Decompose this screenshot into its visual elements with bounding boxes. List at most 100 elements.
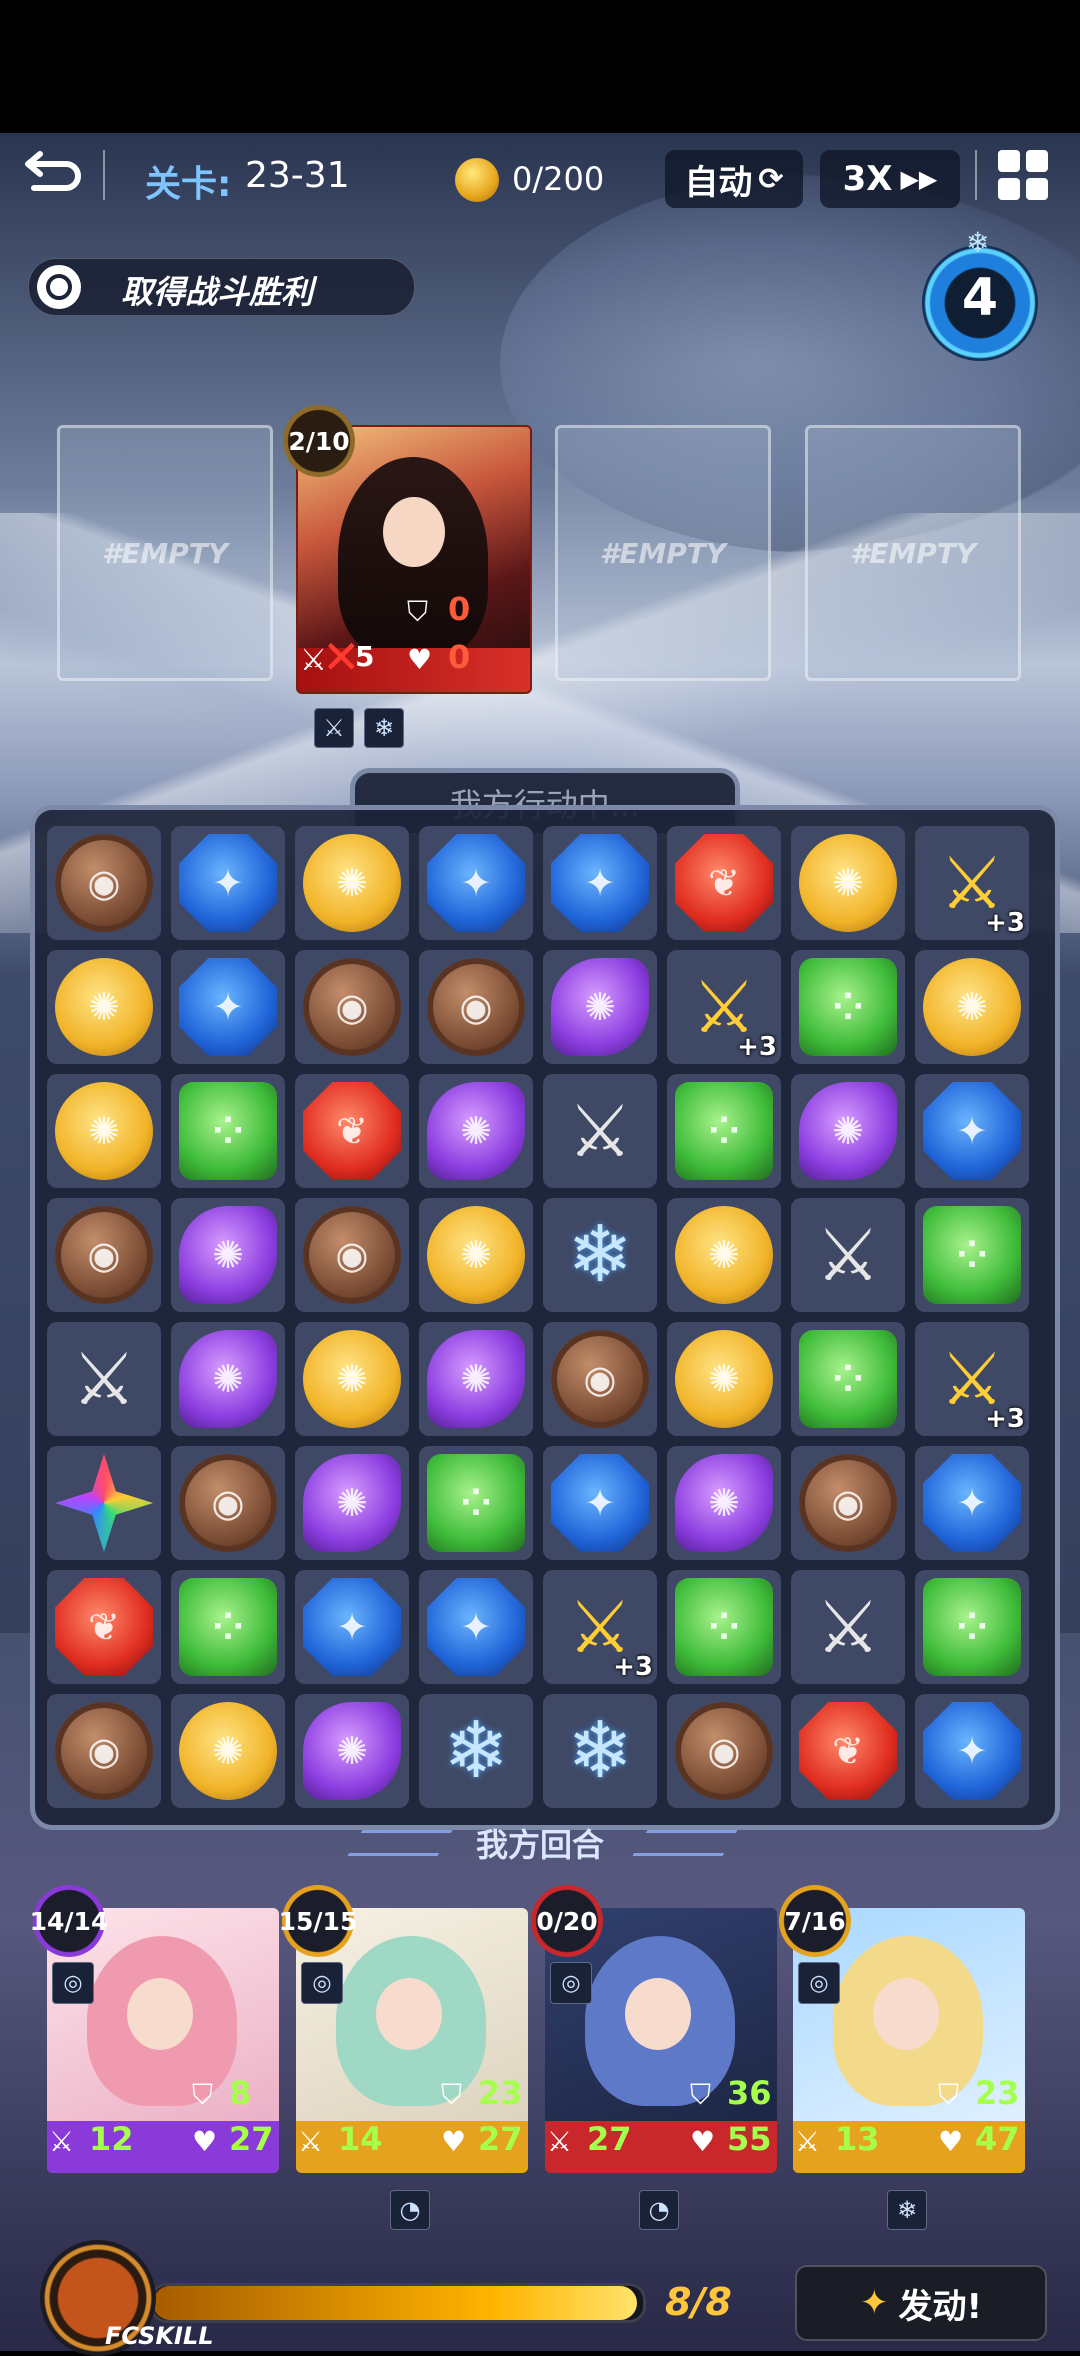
brown-gem-icon: ◉ xyxy=(303,958,401,1056)
board-cell[interactable]: ✺ xyxy=(543,950,657,1064)
target-icon xyxy=(37,265,81,309)
brown-gem-icon: ◉ xyxy=(55,1702,153,1800)
board-cell[interactable]: ❦ xyxy=(47,1570,161,1684)
board-cell[interactable]: ⚔ +3 xyxy=(543,1570,657,1684)
board-cell[interactable]: ◉ xyxy=(295,1198,409,1312)
board-cell[interactable]: ❦ xyxy=(295,1074,409,1188)
board-cell[interactable]: ✦ xyxy=(419,826,533,940)
gold-gem-icon: ✺ xyxy=(303,1330,401,1428)
green-glyph-icon: ⁘ xyxy=(832,985,864,1029)
board-cell[interactable]: ⁘ xyxy=(419,1446,533,1560)
board-cell[interactable]: ⚔ +3 xyxy=(667,950,781,1064)
enemy-slot-empty: #EMPTY xyxy=(805,425,1021,681)
board-cell[interactable]: ✺ xyxy=(667,1198,781,1312)
board-cell[interactable]: ◉ xyxy=(47,1198,161,1312)
board-cell[interactable]: ✺ xyxy=(791,826,905,940)
board-cell[interactable]: ⁘ xyxy=(171,1570,285,1684)
blue-glyph-icon: ✦ xyxy=(956,1109,988,1153)
hero-face xyxy=(873,1978,939,2050)
heart-icon: ♥ xyxy=(441,2125,467,2158)
board-cell[interactable]: ⚔ xyxy=(791,1198,905,1312)
board-cell[interactable]: ◉ xyxy=(419,950,533,1064)
grid-menu-icon[interactable] xyxy=(998,150,1048,200)
gold-gem-icon: ✺ xyxy=(923,958,1021,1056)
enemy-face xyxy=(383,497,445,567)
hero-hp-value: 27 xyxy=(229,2120,274,2158)
board-cell[interactable]: ◉ xyxy=(171,1446,285,1560)
brown-gem-icon: ◉ xyxy=(675,1702,773,1800)
red-glyph-icon: ❦ xyxy=(88,1605,120,1649)
speed-button[interactable]: 3X ▶▶ xyxy=(820,150,960,208)
board-cell[interactable]: ✺ xyxy=(791,1074,905,1188)
skill-count: 8/8 xyxy=(665,2280,732,2324)
board-cell[interactable]: ❄ xyxy=(543,1694,657,1808)
green-gem-icon: ⁘ xyxy=(427,1454,525,1552)
green-glyph-icon: ⁘ xyxy=(460,1481,492,1525)
back-button[interactable] xyxy=(22,150,82,200)
board-cell[interactable]: ✺ xyxy=(171,1322,285,1436)
board-cell[interactable]: ✺ xyxy=(667,1446,781,1560)
board-cell[interactable]: ✦ xyxy=(915,1446,1029,1560)
board-cell[interactable]: ◉ xyxy=(543,1322,657,1436)
board-cell[interactable]: ⁘ xyxy=(667,1570,781,1684)
board-cell[interactable]: ❄ xyxy=(419,1694,533,1808)
gold-glyph-icon: ✺ xyxy=(956,985,988,1029)
board-cell[interactable]: ✺ xyxy=(667,1322,781,1436)
board-cell[interactable]: ⚔ +3 xyxy=(915,826,1029,940)
board-cell[interactable]: ✦ xyxy=(419,1570,533,1684)
board-cell[interactable]: ✦ xyxy=(543,1446,657,1560)
board-cell[interactable]: ❦ xyxy=(791,1694,905,1808)
board-cell[interactable]: ❦ xyxy=(667,826,781,940)
board-cell[interactable]: ⁘ xyxy=(171,1074,285,1188)
board-cell[interactable]: ✦ xyxy=(171,950,285,1064)
board-cell[interactable]: ✺ xyxy=(295,1694,409,1808)
board-cell[interactable]: ⚔ +3 xyxy=(915,1322,1029,1436)
board-cell[interactable]: ⚔ xyxy=(543,1074,657,1188)
board-cell[interactable]: ◉ xyxy=(47,826,161,940)
board-cell[interactable]: ✺ xyxy=(295,1322,409,1436)
board-cell[interactable]: ⚔ xyxy=(47,1322,161,1436)
board-cell[interactable]: ✺ xyxy=(47,950,161,1064)
board-cell[interactable]: ✺ xyxy=(419,1322,533,1436)
bear-icon: ◔ xyxy=(390,2190,430,2230)
gold-glyph-icon: ✺ xyxy=(708,1233,740,1277)
board-cell[interactable]: ⁘ xyxy=(915,1570,1029,1684)
gold-gem-icon: ✺ xyxy=(179,1702,277,1800)
board-cell[interactable]: ✦ xyxy=(915,1074,1029,1188)
sword-gold-gem-icon: ⚔ +3 xyxy=(939,1337,1025,1434)
coin-icon xyxy=(455,158,499,202)
board-cell[interactable]: ✺ xyxy=(915,950,1029,1064)
gold-glyph-icon: ✺ xyxy=(460,1233,492,1277)
board-cell[interactable]: ◉ xyxy=(667,1694,781,1808)
blue-glyph-icon: ✦ xyxy=(956,1729,988,1773)
hero-charge-badge: 0/20 xyxy=(531,1885,603,1957)
board-cell[interactable]: ⁘ xyxy=(667,1074,781,1188)
board-cell[interactable]: ⁘ xyxy=(791,1322,905,1436)
green-gem-icon: ⁘ xyxy=(675,1082,773,1180)
board-cell[interactable]: ✺ xyxy=(419,1074,533,1188)
board-cell[interactable]: ❄ xyxy=(543,1198,657,1312)
board-cell[interactable]: ✺ xyxy=(171,1694,285,1808)
board-cell[interactable]: ✦ xyxy=(295,1570,409,1684)
board-cell[interactable]: ◉ xyxy=(791,1446,905,1560)
blue-gem-icon: ✦ xyxy=(179,958,277,1056)
board-cell[interactable]: ✦ xyxy=(915,1694,1029,1808)
board-cell[interactable]: ✦ xyxy=(171,826,285,940)
board-cell[interactable]: ⁘ xyxy=(791,950,905,1064)
activate-skill-button[interactable]: ✦ 发动! xyxy=(795,2265,1047,2341)
board-cell[interactable]: ⚔ xyxy=(791,1570,905,1684)
board-cell[interactable]: ◉ xyxy=(295,950,409,1064)
board-cell[interactable]: ✺ xyxy=(295,1446,409,1560)
board-cell[interactable]: ✺ xyxy=(47,1074,161,1188)
ice-gem-icon: ❄ xyxy=(443,1706,509,1796)
header-divider-2 xyxy=(975,150,977,200)
board-cell[interactable]: ✺ xyxy=(171,1198,285,1312)
board-cell[interactable] xyxy=(47,1446,161,1560)
board-cell[interactable]: ⁘ xyxy=(915,1198,1029,1312)
blue-glyph-icon: ✦ xyxy=(460,1605,492,1649)
board-cell[interactable]: ✦ xyxy=(543,826,657,940)
auto-battle-button[interactable]: 自动 ⟳ xyxy=(665,150,803,208)
board-cell[interactable]: ✺ xyxy=(295,826,409,940)
board-cell[interactable]: ◉ xyxy=(47,1694,161,1808)
board-cell[interactable]: ✺ xyxy=(419,1198,533,1312)
